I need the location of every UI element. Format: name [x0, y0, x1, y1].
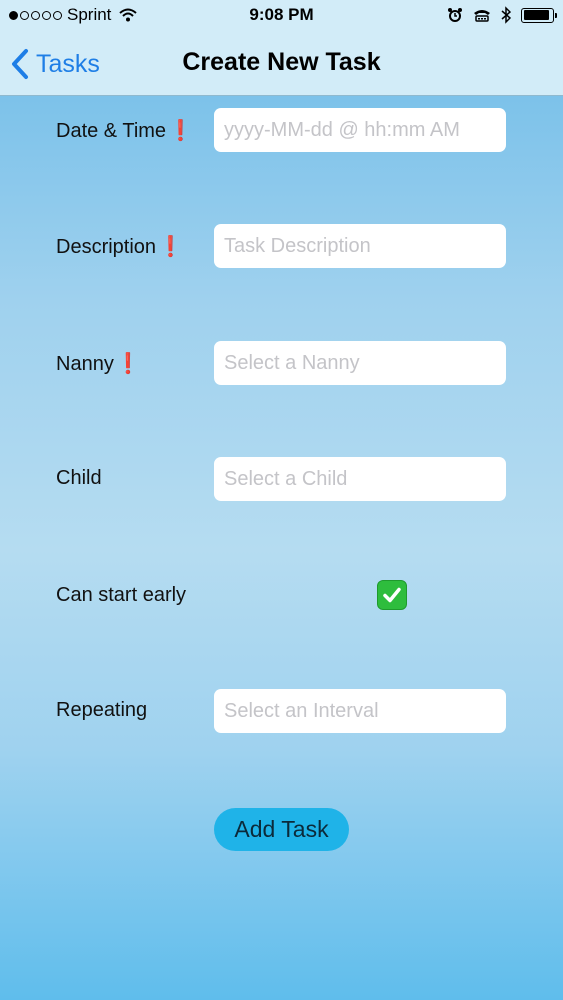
- description-row: Description ❗: [0, 224, 563, 268]
- page-title: Create New Task: [182, 48, 381, 76]
- can-start-early-checkbox[interactable]: [377, 580, 407, 610]
- repeating-label: Repeating: [56, 699, 148, 721]
- date-time-label: Date & Time ❗: [56, 118, 193, 143]
- battery-level: [523, 10, 549, 20]
- required-indicator-icon: ❗: [158, 236, 183, 258]
- required-indicator-icon: ❗: [168, 120, 193, 142]
- nanny-select[interactable]: [214, 341, 506, 385]
- child-label: Child: [56, 467, 102, 489]
- add-task-button[interactable]: Add Task: [214, 808, 349, 851]
- description-label: Description ❗: [56, 234, 183, 259]
- tty-icon: [474, 10, 490, 22]
- navigation-bar: Tasks Create New Task: [0, 32, 563, 96]
- date-time-field[interactable]: [214, 108, 506, 152]
- checkmark-icon: [383, 587, 401, 603]
- nanny-label-text: Nanny: [56, 353, 114, 375]
- can-start-early-row: Can start early: [0, 574, 563, 618]
- required-indicator-icon: ❗: [115, 353, 141, 375]
- child-row: Child: [0, 457, 563, 501]
- date-time-label-text: Date & Time: [56, 120, 167, 142]
- status-right: [447, 6, 557, 24]
- bluetooth-icon: [501, 6, 511, 24]
- status-bar: Sprint 9:08 PM: [0, 0, 563, 32]
- nanny-label: Nanny ❗: [56, 351, 141, 376]
- description-label-text: Description: [56, 236, 157, 258]
- battery-icon: [521, 7, 557, 23]
- alarm-icon: [448, 8, 462, 22]
- can-start-early-label: Can start early: [56, 584, 187, 606]
- repeating-interval-select[interactable]: [214, 689, 506, 733]
- description-field[interactable]: [214, 224, 506, 268]
- date-time-row: Date & Time ❗: [0, 108, 563, 152]
- nanny-row: Nanny ❗: [0, 341, 563, 385]
- repeating-row: Repeating: [0, 689, 563, 733]
- child-select[interactable]: [214, 457, 506, 501]
